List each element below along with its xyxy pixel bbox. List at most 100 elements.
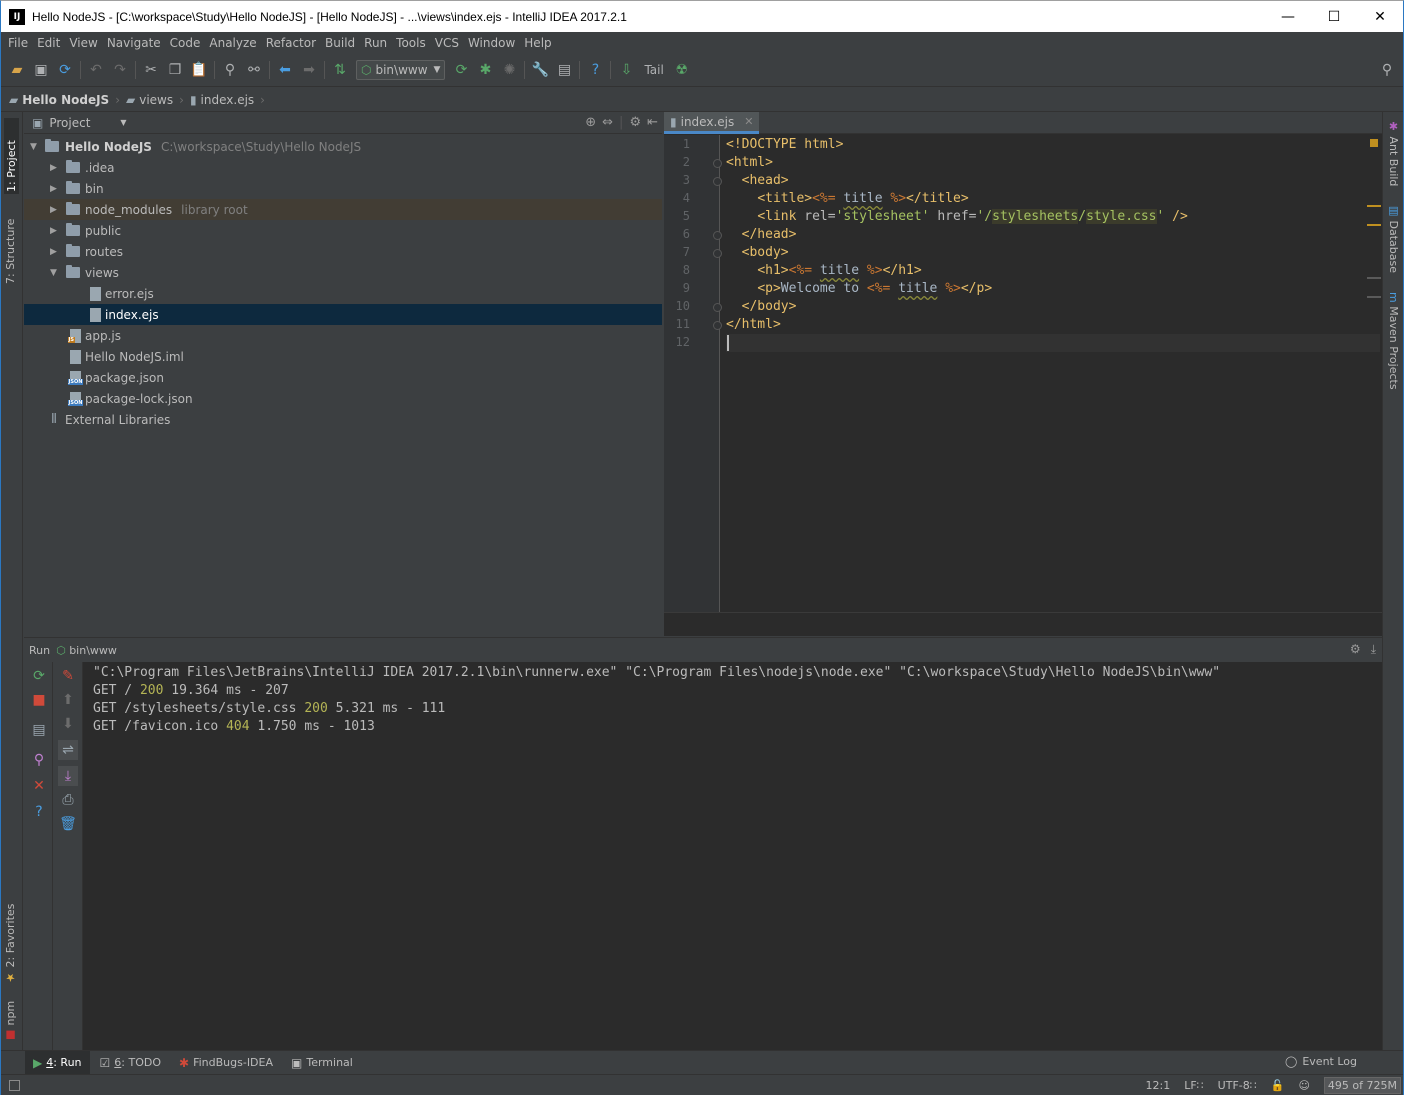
menu-run[interactable]: Run bbox=[360, 36, 391, 50]
restore-layout-icon[interactable]: ▤ bbox=[29, 720, 49, 740]
back-icon[interactable]: ⬅ bbox=[273, 58, 297, 82]
chevron-right-icon[interactable]: ▶ bbox=[50, 226, 60, 236]
chevron-right-icon[interactable]: ▶ bbox=[50, 247, 60, 257]
hide-panel-icon[interactable]: ⇤ bbox=[647, 115, 658, 130]
replace-icon[interactable]: ⚯ bbox=[242, 58, 266, 82]
minimize-button[interactable]: — bbox=[1265, 1, 1311, 32]
tab-ant-build[interactable]: ✱ Ant Build bbox=[1387, 120, 1400, 192]
menu-analyze[interactable]: Analyze bbox=[205, 36, 260, 50]
menu-edit[interactable]: Edit bbox=[33, 36, 64, 50]
close-icon[interactable]: ✕ bbox=[29, 776, 49, 796]
tree-row[interactable]: JSON package.json bbox=[24, 367, 662, 388]
menu-refactor[interactable]: Refactor bbox=[262, 36, 320, 50]
tree-row-selected[interactable]: index.ejs bbox=[24, 304, 662, 325]
bug-icon[interactable]: ☢ bbox=[670, 58, 694, 82]
pin-icon[interactable]: ⚲ bbox=[29, 750, 49, 770]
hide-panel-icon[interactable]: ⤓ bbox=[1371, 642, 1376, 657]
fold-marker-icon[interactable] bbox=[713, 231, 722, 240]
close-tab-icon[interactable]: ✕ bbox=[744, 115, 753, 128]
error-stripe-mark[interactable] bbox=[1367, 205, 1381, 207]
sync-icon[interactable]: ⟳ bbox=[53, 58, 77, 82]
help-icon[interactable]: ? bbox=[29, 802, 49, 822]
tab-todo[interactable]: ☑ 6: TODO bbox=[92, 1051, 169, 1075]
menu-code[interactable]: Code bbox=[166, 36, 205, 50]
code-area[interactable]: <!DOCTYPE html> <html> <head> <title><%=… bbox=[726, 135, 1380, 612]
tab-structure[interactable]: 7: Structure bbox=[4, 204, 17, 284]
tree-row[interactable]: JS app.js bbox=[24, 325, 662, 346]
tree-row[interactable]: ▼ views bbox=[24, 262, 662, 283]
caret-position[interactable]: 12:1 bbox=[1146, 1079, 1171, 1092]
project-panel-title[interactable]: Project bbox=[49, 116, 90, 130]
search-everywhere-icon[interactable]: ⚲ bbox=[1375, 58, 1399, 82]
down-arrow-icon[interactable]: ⬇ bbox=[58, 714, 78, 734]
vcs-update-icon[interactable]: ⇩ bbox=[614, 58, 638, 82]
menu-navigate[interactable]: Navigate bbox=[103, 36, 165, 50]
editor-tab-index-ejs[interactable]: ▮ index.ejs ✕ bbox=[664, 112, 760, 134]
breadcrumb-item[interactable]: ▰ Hello NodeJS › bbox=[9, 93, 120, 107]
collapse-all-icon[interactable]: ⇔ bbox=[602, 115, 613, 130]
tree-row[interactable]: error.ejs bbox=[24, 283, 662, 304]
tail-button[interactable]: Tail bbox=[638, 58, 669, 82]
breadcrumb-item[interactable]: ▰ views › bbox=[126, 93, 184, 107]
menu-vcs[interactable]: VCS bbox=[431, 36, 463, 50]
clear-edit-icon[interactable]: ✎ bbox=[58, 666, 78, 686]
tree-row[interactable]: ▼ Hello NodeJS C:\workspace\Study\Hello N… bbox=[24, 136, 662, 157]
tree-row[interactable]: JSON package-lock.json bbox=[24, 388, 662, 409]
paste-icon[interactable]: 📋 bbox=[187, 58, 211, 82]
trash-icon[interactable]: 🗑 bbox=[58, 814, 78, 834]
menu-window[interactable]: Window bbox=[464, 36, 519, 50]
redo-icon[interactable]: ↷ bbox=[108, 58, 132, 82]
fold-marker-icon[interactable] bbox=[713, 249, 722, 258]
find-icon[interactable]: ⚲ bbox=[218, 58, 242, 82]
gear-icon[interactable]: ⚙ bbox=[629, 115, 641, 130]
tree-row[interactable]: ⫴ External Libraries bbox=[24, 409, 662, 430]
inspector-icon[interactable]: ☺ bbox=[1298, 1079, 1309, 1092]
tab-project[interactable]: 1: Project bbox=[4, 118, 19, 194]
rerun-icon[interactable]: ⟳ bbox=[449, 58, 473, 82]
soft-wrap-icon[interactable]: ⇌ bbox=[58, 740, 78, 760]
error-stripe-mark[interactable] bbox=[1367, 296, 1381, 298]
coverage-icon[interactable]: ✺ bbox=[497, 58, 521, 82]
tree-row[interactable]: ▶ bin bbox=[24, 178, 662, 199]
maximize-button[interactable]: ☐ bbox=[1311, 1, 1357, 32]
chevron-down-icon[interactable]: ▼ bbox=[30, 142, 40, 152]
stop-icon[interactable]: ■ bbox=[29, 690, 49, 710]
tool-windows-toggle-icon[interactable] bbox=[9, 1079, 20, 1091]
menu-tools[interactable]: Tools bbox=[392, 36, 430, 50]
inspection-status-icon[interactable] bbox=[1370, 139, 1378, 147]
error-stripe-mark[interactable] bbox=[1367, 224, 1381, 226]
tree-row[interactable]: ▶ node_modules library root bbox=[24, 199, 662, 220]
undo-icon[interactable]: ↶ bbox=[84, 58, 108, 82]
run-config-selector[interactable]: ⬡ bin\www ▼ bbox=[356, 60, 446, 80]
tab-terminal[interactable]: ▣ Terminal bbox=[283, 1051, 361, 1075]
build-icon[interactable]: ⇅ bbox=[328, 58, 352, 82]
settings-wrench-icon[interactable]: 🔧 bbox=[528, 58, 552, 82]
up-arrow-icon[interactable]: ⬆ bbox=[58, 690, 78, 710]
locate-icon[interactable]: ⊕ bbox=[585, 115, 596, 130]
breadcrumb-item[interactable]: ▮ index.ejs › bbox=[190, 93, 265, 107]
save-all-icon[interactable]: ▣ bbox=[29, 58, 53, 82]
menu-view[interactable]: View bbox=[65, 36, 101, 50]
menu-file[interactable]: File bbox=[4, 36, 32, 50]
tab-maven[interactable]: m Maven Projects bbox=[1387, 292, 1400, 392]
fold-marker-icon[interactable] bbox=[713, 177, 722, 186]
fold-marker-icon[interactable] bbox=[713, 159, 722, 168]
line-separator[interactable]: LF∷ bbox=[1184, 1079, 1203, 1092]
chevron-right-icon[interactable]: ▶ bbox=[50, 163, 60, 173]
fold-marker-icon[interactable] bbox=[713, 303, 722, 312]
tab-run[interactable]: ▶ 4: Run bbox=[25, 1050, 90, 1075]
tab-findbugs[interactable]: ✱ FindBugs-IDEA bbox=[171, 1051, 281, 1075]
chevron-right-icon[interactable]: ▶ bbox=[50, 205, 60, 215]
error-stripe-mark[interactable] bbox=[1367, 277, 1381, 279]
debug-icon[interactable]: ✱ bbox=[473, 58, 497, 82]
chevron-down-icon[interactable]: ▼ bbox=[50, 268, 60, 278]
menu-help[interactable]: Help bbox=[520, 36, 555, 50]
close-button[interactable]: ✕ bbox=[1357, 1, 1403, 32]
run-config-tab[interactable]: ⬡ bin\www bbox=[56, 644, 117, 657]
editor-horizontal-scrollbar[interactable] bbox=[664, 612, 1382, 636]
fold-marker-icon[interactable] bbox=[713, 321, 722, 330]
event-log-button[interactable]: ◯ Event Log bbox=[1285, 1055, 1357, 1068]
rerun-icon[interactable]: ⟳ bbox=[29, 666, 49, 686]
tree-row[interactable]: ▶ public bbox=[24, 220, 662, 241]
tree-row[interactable]: ▶ routes bbox=[24, 241, 662, 262]
